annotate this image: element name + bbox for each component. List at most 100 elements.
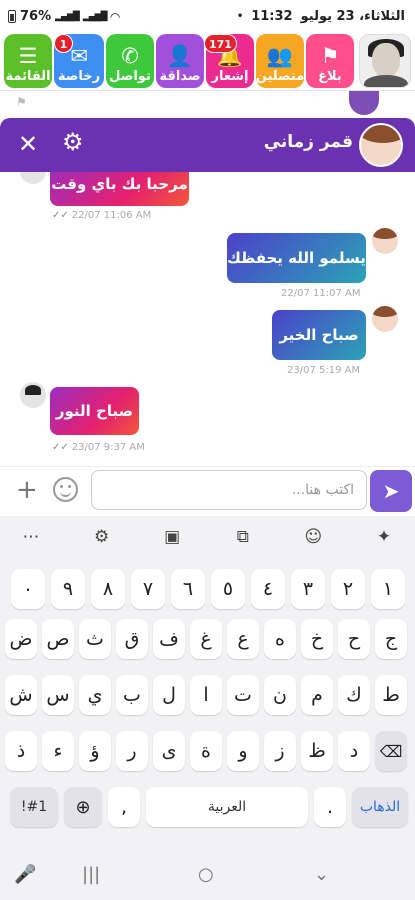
key-number[interactable]: ٥ xyxy=(211,569,245,609)
key-letter[interactable]: ض xyxy=(5,619,37,659)
profile-avatar[interactable] xyxy=(359,34,411,88)
friendship-button[interactable]: 👤 صداقة xyxy=(156,34,204,88)
key-letter[interactable]: ج xyxy=(375,619,407,659)
key-number[interactable]: ٠ xyxy=(11,569,45,609)
message-timestamp: 23/07 5:19 AM xyxy=(287,365,361,376)
more-icon[interactable]: ⋯ xyxy=(14,527,48,547)
key-letter[interactable]: ي xyxy=(79,675,111,715)
messages-list[interactable]: مرحبا بك باي وقت ✓✓ 22/07 11:06 AM يسلمو … xyxy=(0,172,415,466)
clipboard-icon[interactable]: ▣ xyxy=(155,527,189,547)
hamburger-icon: ☰ xyxy=(18,44,38,68)
key-letter[interactable]: ث xyxy=(79,619,111,659)
key-letter[interactable]: ذ xyxy=(5,731,37,771)
key-number[interactable]: ٦ xyxy=(171,569,205,609)
chat-partner-avatar[interactable] xyxy=(359,123,403,167)
symbols-key[interactable]: !#1 xyxy=(10,787,58,827)
send-button[interactable]: ➤ xyxy=(370,470,412,512)
private-label: رخاصة xyxy=(57,69,101,84)
message-text: مرحبا بك باي وقت xyxy=(51,175,188,193)
report-button[interactable]: ⚑ بلاغ xyxy=(306,34,354,88)
key-number[interactable]: ٩ xyxy=(51,569,85,609)
key-letter[interactable]: ز xyxy=(264,731,296,771)
back-icon[interactable]: ⌄ xyxy=(314,864,329,885)
key-letter[interactable]: ر xyxy=(116,731,148,771)
recent-apps-icon[interactable]: ||| xyxy=(82,864,100,885)
message-timestamp: ✓✓ 23/07 9:37 AM xyxy=(52,442,145,453)
key-letter[interactable]: ء xyxy=(42,731,74,771)
friendship-label: صداقة xyxy=(159,69,201,84)
key-letter[interactable]: ى xyxy=(153,731,185,771)
key-letter[interactable]: م xyxy=(301,675,333,715)
key-number[interactable]: ١ xyxy=(371,569,405,609)
gear-icon[interactable]: ⚙ xyxy=(62,128,84,156)
message-bubble[interactable]: مرحبا بك باي وقت xyxy=(50,172,189,206)
key-letter[interactable]: ا xyxy=(190,675,222,715)
contact-button[interactable]: ✆ تواصل xyxy=(106,34,154,88)
signal-icon: ▂▄▆█ xyxy=(55,11,80,22)
online-label: متصلين xyxy=(255,69,305,84)
key-letter[interactable]: س xyxy=(42,675,74,715)
whatsapp-icon: ✆ xyxy=(121,44,139,68)
space-key[interactable]: العربية xyxy=(146,787,308,827)
key-letter[interactable]: خ xyxy=(301,619,333,659)
key-letter[interactable]: ظ xyxy=(301,731,333,771)
close-icon[interactable]: ✕ xyxy=(18,130,38,158)
key-letter[interactable]: ك xyxy=(338,675,370,715)
key-letter[interactable]: ت xyxy=(227,675,259,715)
message-text: صباح الخير xyxy=(279,326,359,344)
key-letter[interactable]: ب xyxy=(116,675,148,715)
home-icon[interactable]: ○ xyxy=(198,864,214,885)
key-letter[interactable]: ع xyxy=(227,619,259,659)
key-number[interactable]: ٣ xyxy=(291,569,325,609)
menu-button[interactable]: ☰ القائمة xyxy=(4,34,52,88)
keyboard: ⋯ ⚙ ▣ ⧉ ☺ ✦ ١٢٣٤٥٦٧٨٩٠جحخهعغفقثصضطكمنتال… xyxy=(0,516,415,900)
message-bubble[interactable]: صباح الخير xyxy=(272,310,366,360)
comma-key[interactable]: , xyxy=(108,787,140,827)
period-key[interactable]: . xyxy=(314,787,346,827)
language-key[interactable]: ⊕ xyxy=(64,787,102,827)
key-letter[interactable]: ه xyxy=(264,619,296,659)
key-letter[interactable]: و xyxy=(227,731,259,771)
microphone-icon[interactable]: 🎤 xyxy=(14,864,36,885)
emoji-icon[interactable] xyxy=(53,477,78,502)
key-letter[interactable]: ص xyxy=(42,619,74,659)
message-text: صباح النور xyxy=(55,402,134,420)
report-label: بلاغ xyxy=(318,69,342,84)
message-bubble[interactable]: يسلمو الله يحفظك xyxy=(227,233,366,283)
key-letter[interactable]: ط xyxy=(375,675,407,715)
key-letter[interactable]: ح xyxy=(338,619,370,659)
emoji-keyboard-icon[interactable]: ☺ xyxy=(296,527,330,547)
key-letter[interactable]: د xyxy=(338,731,370,771)
backspace-key[interactable]: ⌫ xyxy=(375,731,407,771)
ai-sparkle-icon[interactable]: ✦ xyxy=(367,527,401,547)
system-nav-bar: 🎤 ||| ○ ⌄ xyxy=(0,852,415,900)
key-letter[interactable]: ل xyxy=(153,675,185,715)
notifications-label: إشعار xyxy=(211,69,249,84)
envelope-icon: ✉ xyxy=(70,44,88,68)
key-letter[interactable]: ن xyxy=(264,675,296,715)
flag-icon: ⚑ xyxy=(16,95,27,109)
key-number[interactable]: ٨ xyxy=(91,569,125,609)
screen: 76% ▂▄▆█ ▂▄▆█ ◠ • 11:32 الثلاثاء، 23 يول… xyxy=(0,0,415,900)
key-letter[interactable]: غ xyxy=(190,619,222,659)
key-number[interactable]: ٢ xyxy=(331,569,365,609)
key-letter[interactable]: ق xyxy=(116,619,148,659)
key-letter[interactable]: ف xyxy=(153,619,185,659)
message-input[interactable] xyxy=(91,470,367,510)
message-text: يسلمو الله يحفظك xyxy=(227,249,366,267)
plus-icon[interactable]: + xyxy=(16,475,38,505)
contact-label: تواصل xyxy=(109,69,151,84)
translate-icon[interactable]: ⧉ xyxy=(226,527,260,547)
settings-icon[interactable]: ⚙ xyxy=(85,527,119,547)
notifications-count-badge: 171 xyxy=(204,34,237,53)
key-letter[interactable]: ة xyxy=(190,731,222,771)
key-number[interactable]: ٧ xyxy=(131,569,165,609)
online-users-button[interactable]: 👥 متصلين xyxy=(256,34,304,88)
key-letter[interactable]: ؤ xyxy=(79,731,111,771)
go-key[interactable]: الذهاب xyxy=(352,787,408,827)
signal-icon-2: ▂▄▆█ xyxy=(82,11,108,22)
message-bubble[interactable]: صباح النور xyxy=(50,387,139,435)
top-nav: ☰ القائمة ✉ رخاصة 1 ✆ تواصل 👤 صداقة 🔔 إش… xyxy=(0,32,415,90)
key-number[interactable]: ٤ xyxy=(251,569,285,609)
key-letter[interactable]: ش xyxy=(5,675,37,715)
